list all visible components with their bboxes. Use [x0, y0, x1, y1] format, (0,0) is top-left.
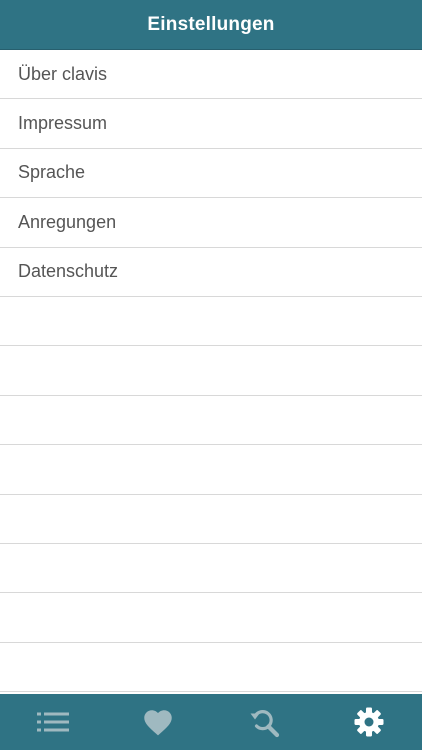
empty-row	[0, 494, 422, 544]
tab-search[interactable]	[211, 694, 317, 750]
settings-item-about[interactable]: Über clavis	[0, 50, 422, 100]
page-title: Einstellungen	[147, 13, 275, 35]
heart-icon	[144, 709, 172, 735]
empty-row	[0, 543, 422, 594]
empty-row	[0, 642, 422, 693]
settings-item-label: Sprache	[18, 162, 86, 183]
tab-list[interactable]	[0, 694, 106, 750]
settings-item-language[interactable]: Sprache	[0, 148, 422, 199]
settings-item-label: Impressum	[18, 113, 108, 134]
settings-item-label: Über clavis	[18, 63, 108, 84]
settings-item-label: Anregungen	[18, 211, 117, 232]
list-icon	[36, 712, 69, 732]
empty-row	[0, 346, 422, 396]
tab-favorites[interactable]	[106, 694, 212, 750]
empty-row	[0, 593, 422, 643]
tab-settings[interactable]	[317, 694, 422, 750]
navigation-bar: Einstellungen	[0, 0, 422, 50]
empty-row	[0, 296, 422, 347]
settings-item-label: Datenschutz	[18, 261, 119, 282]
settings-item-privacy[interactable]: Datenschutz	[0, 247, 422, 297]
tab-bar	[0, 694, 422, 750]
search-refresh-icon	[250, 710, 279, 738]
empty-row	[0, 395, 422, 446]
settings-list: Über clavis Impressum Sprache Anregungen…	[0, 50, 422, 694]
empty-row	[0, 445, 422, 495]
settings-item-imprint[interactable]: Impressum	[0, 99, 422, 149]
settings-item-suggestions[interactable]: Anregungen	[0, 198, 422, 248]
gear-icon	[354, 707, 384, 737]
